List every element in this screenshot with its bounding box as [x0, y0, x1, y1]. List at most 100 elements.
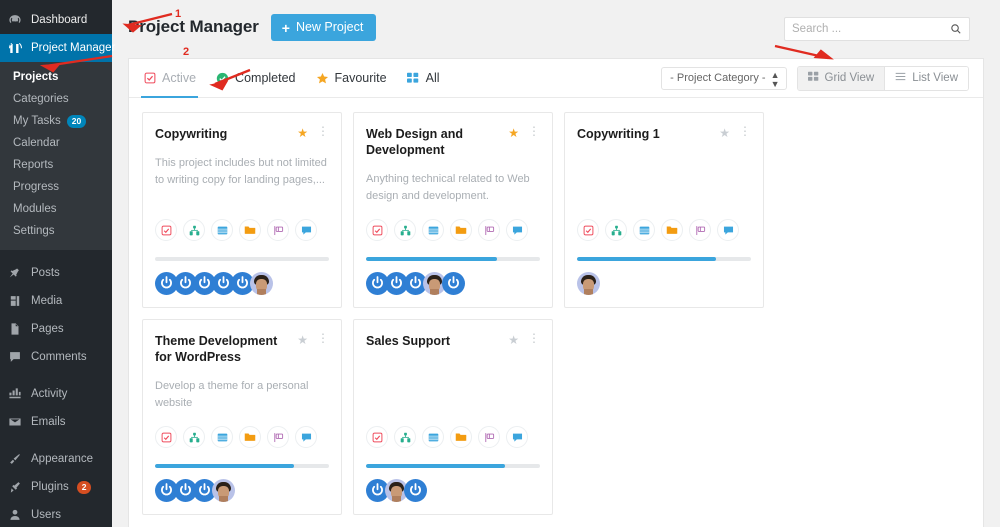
todo-icon[interactable] [577, 219, 599, 241]
avatar-neck [219, 496, 228, 502]
tab-active[interactable]: Active [140, 59, 199, 98]
favourite-star-icon[interactable]: ★ [508, 333, 519, 347]
avatar-neck [392, 496, 401, 502]
sidebar-subitem-progress[interactable]: Progress [0, 176, 112, 198]
todo-icon[interactable] [155, 219, 177, 241]
project-card[interactable]: Sales Support ★ ⋮ [353, 319, 553, 515]
milestone-icon[interactable] [394, 426, 416, 448]
project-menu-button[interactable]: ⋮ [317, 125, 329, 137]
avatar-placeholder[interactable] [442, 272, 465, 295]
grid-view-button[interactable]: Grid View [797, 66, 885, 90]
sidebar-item-users[interactable]: Users [0, 501, 112, 527]
pages-icon [7, 321, 23, 337]
new-project-button[interactable]: + New Project [270, 14, 377, 41]
tab-label: Active [162, 71, 197, 85]
sidebar-item-activity[interactable]: Activity [0, 380, 112, 408]
project-avatar-stack [155, 479, 329, 502]
sidebar-subitem-categories[interactable]: Categories [0, 88, 112, 110]
avatar[interactable] [212, 479, 235, 502]
project-card-header: Copywriting ★ ⋮ [155, 125, 329, 142]
kanban-icon[interactable] [267, 219, 289, 241]
project-card[interactable]: Copywriting ★ ⋮ This project includes but n… [142, 112, 342, 308]
sidebar-subitem-label: Settings [13, 225, 55, 237]
sidebar-item-project-manager[interactable]: Project Manager [0, 34, 115, 62]
project-category-select[interactable]: - Project Category - ▲ ▼ [661, 66, 787, 90]
tab-completed[interactable]: Completed [216, 59, 296, 97]
search-icon[interactable] [950, 23, 962, 35]
sidebar-item-posts[interactable]: Posts [0, 259, 112, 287]
sidebar-item-plugins[interactable]: Plugins 2 [0, 473, 112, 501]
sidebar-subitem-settings[interactable]: Settings [0, 220, 112, 242]
kanban-icon[interactable] [478, 426, 500, 448]
milestone-icon[interactable] [394, 219, 416, 241]
files-icon[interactable] [661, 219, 683, 241]
sidebar-subitem-label: Progress [13, 181, 60, 193]
sidebar-item-appearance[interactable]: Appearance [0, 445, 112, 473]
project-card[interactable]: Theme Development for WordPress ★ ⋮ Develop… [142, 319, 342, 515]
avatar[interactable] [250, 272, 273, 295]
project-menu-button[interactable]: ⋮ [528, 332, 540, 344]
kanban-icon[interactable] [689, 219, 711, 241]
files-icon[interactable] [239, 426, 261, 448]
sidebar-item-media[interactable]: Media [0, 287, 112, 315]
files-icon[interactable] [450, 219, 472, 241]
tasklist-icon[interactable] [422, 426, 444, 448]
favourite-star-icon[interactable]: ★ [297, 126, 308, 140]
files-icon[interactable] [450, 426, 472, 448]
sidebar-item-label: Emails [31, 416, 66, 428]
todo-icon[interactable] [366, 219, 388, 241]
project-progress-bar [366, 464, 540, 468]
favourite-star-icon[interactable]: ★ [508, 126, 519, 140]
project-description: Develop a theme for a personal website [155, 380, 309, 409]
sidebar-subitem-projects[interactable]: Projects [0, 66, 112, 88]
tab-label: Completed [235, 71, 296, 85]
project-menu-button[interactable]: ⋮ [739, 125, 751, 137]
search-box[interactable] [784, 17, 970, 41]
page-title: Project Manager [128, 17, 259, 36]
panel-toolbar-right: - Project Category - ▲ ▼ Grid View List … [661, 65, 969, 91]
sidebar-item-emails[interactable]: Emails [0, 408, 112, 436]
sidebar-subitem-label: Reports [13, 159, 54, 171]
kanban-icon[interactable] [478, 219, 500, 241]
tasklist-icon[interactable] [633, 219, 655, 241]
kanban-icon[interactable] [267, 426, 289, 448]
search-input[interactable] [792, 23, 950, 35]
favourite-star-icon[interactable]: ★ [719, 126, 730, 140]
project-progress-fill [366, 257, 497, 261]
discussion-icon[interactable] [295, 426, 317, 448]
tasklist-icon[interactable] [211, 219, 233, 241]
tab-favourite[interactable]: Favourite [316, 59, 387, 97]
sidebar-subitem-modules[interactable]: Modules [0, 198, 112, 220]
tasklist-icon[interactable] [211, 426, 233, 448]
discussion-icon[interactable] [295, 219, 317, 241]
users-icon [7, 507, 23, 523]
sidebar-subitem-calendar[interactable]: Calendar [0, 132, 112, 154]
sidebar-subitem-my-tasks[interactable]: My Tasks 20 [0, 110, 112, 132]
favourite-star-icon[interactable]: ★ [297, 333, 308, 347]
project-menu-button[interactable]: ⋮ [528, 125, 540, 137]
discussion-icon[interactable] [506, 426, 528, 448]
sidebar-item-dashboard[interactable]: Dashboard [0, 6, 112, 34]
sidebar-subitem-reports[interactable]: Reports [0, 154, 112, 176]
project-card[interactable]: Copywriting 1 ★ ⋮ [564, 112, 764, 308]
activity-icon [7, 386, 23, 402]
sidebar-subitem-label: Projects [13, 71, 59, 83]
todo-icon[interactable] [155, 426, 177, 448]
avatar[interactable] [577, 272, 600, 295]
milestone-icon[interactable] [183, 426, 205, 448]
sidebar-item-pages[interactable]: Pages [0, 315, 112, 343]
milestone-icon[interactable] [183, 219, 205, 241]
tab-all[interactable]: All [407, 59, 440, 97]
project-card[interactable]: Web Design and Development ★ ⋮ Anything tec… [353, 112, 553, 308]
avatar-placeholder[interactable] [404, 479, 427, 502]
files-icon[interactable] [239, 219, 261, 241]
list-view-button[interactable]: List View [884, 66, 968, 90]
sidebar-item-comments[interactable]: Comments [0, 343, 112, 371]
project-menu-button[interactable]: ⋮ [317, 332, 329, 344]
project-description: Anything technical related to Web design… [366, 173, 530, 202]
discussion-icon[interactable] [506, 219, 528, 241]
milestone-icon[interactable] [605, 219, 627, 241]
discussion-icon[interactable] [717, 219, 739, 241]
tasklist-icon[interactable] [422, 219, 444, 241]
todo-icon[interactable] [366, 426, 388, 448]
